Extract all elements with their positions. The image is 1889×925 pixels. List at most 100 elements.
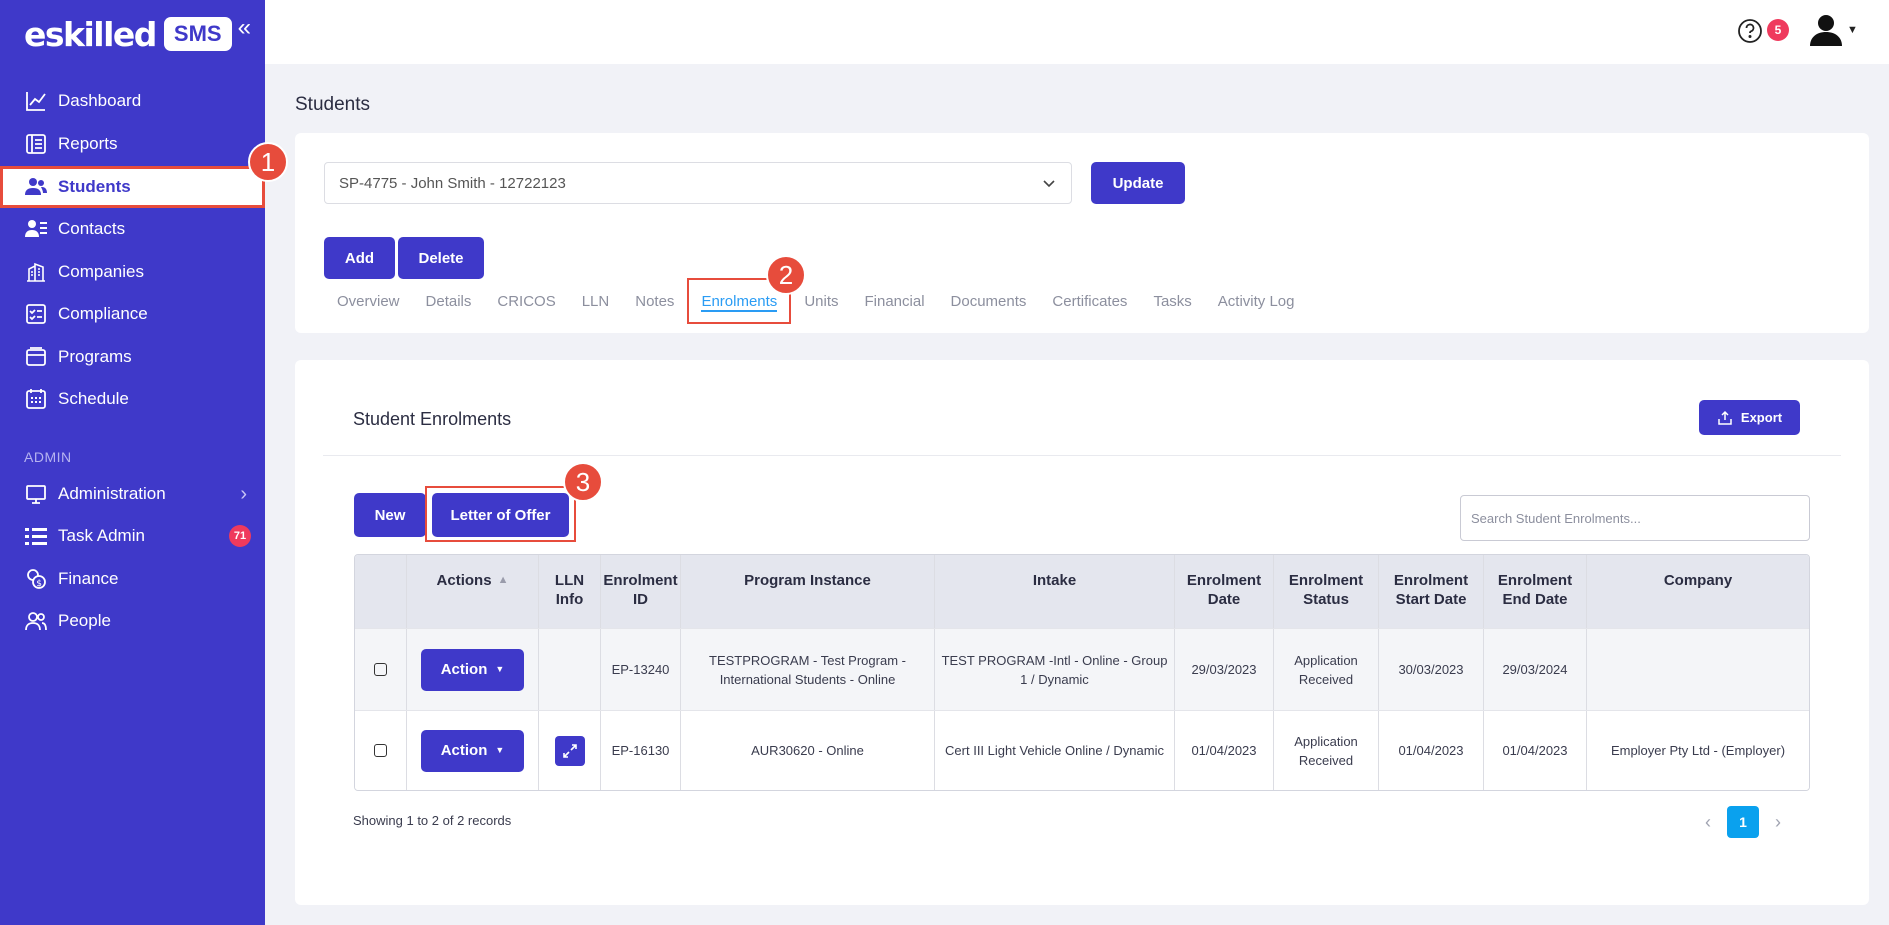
sidebar-item-task-admin[interactable]: Task Admin 71	[0, 515, 265, 557]
programs-icon	[24, 345, 48, 369]
chart-line-icon	[24, 89, 48, 113]
contacts-icon	[24, 217, 48, 241]
status-cell: Application Received	[1274, 711, 1379, 790]
prev-page-icon[interactable]: ‹	[1705, 812, 1711, 833]
people-icon	[24, 609, 48, 633]
logo[interactable]: eskilled SMS «	[24, 14, 251, 54]
upload-icon	[1718, 410, 1732, 425]
tab-financial[interactable]: Financial	[852, 285, 938, 317]
actions-column-header[interactable]: Actions ▲	[407, 555, 539, 628]
collapse-sidebar-icon[interactable]: «	[238, 16, 251, 40]
date-cell: 29/03/2023	[1175, 629, 1274, 710]
tab-lln[interactable]: LLN	[569, 285, 623, 317]
table-row: Action ▼ EP-13240 TESTPROGRAM - Test Prog…	[355, 628, 1809, 710]
tab-documents[interactable]: Documents	[938, 285, 1040, 317]
sidebar-item-label: Administration	[58, 484, 166, 503]
sidebar-item-programs[interactable]: Programs	[0, 336, 265, 378]
row-checkbox[interactable]	[374, 663, 387, 676]
sidebar-item-compliance[interactable]: Compliance	[0, 293, 265, 335]
sidebar-item-dashboard[interactable]: Dashboard	[0, 80, 265, 122]
sidebar-item-reports[interactable]: Reports	[0, 123, 265, 165]
sidebar-item-label: Dashboard	[58, 91, 142, 110]
logo-text: eskilled	[24, 14, 157, 54]
sidebar-item-students[interactable]: Students	[0, 166, 265, 208]
expand-icon[interactable]	[554, 735, 585, 766]
export-label: Export	[1740, 410, 1783, 425]
sidebar-item-label: Contacts	[58, 219, 126, 238]
delete-button[interactable]: Delete	[398, 237, 484, 279]
end-cell: 29/03/2024	[1484, 629, 1587, 710]
tab-enrolments-label: Enrolments	[701, 292, 778, 310]
table-header-row: Actions ▲ LLN Info Enrolment ID Program …	[355, 555, 1809, 628]
end-column-header: Enrolment End Date	[1484, 555, 1587, 628]
task-list-icon	[24, 524, 48, 548]
sidebar-item-label: Programs	[58, 347, 132, 366]
page-button[interactable]: 1	[1727, 806, 1759, 838]
tab-cricos[interactable]: CRICOS	[484, 285, 568, 317]
sidebar-item-companies[interactable]: Companies	[0, 251, 265, 293]
help-icon[interactable]	[1737, 18, 1763, 44]
callout-marker-2: 2	[766, 255, 806, 295]
student-select[interactable]: SP-4775 - John Smith - 12722123	[324, 162, 1072, 204]
chevron-right-icon: ›	[240, 482, 247, 505]
user-avatar-icon[interactable]	[1808, 12, 1844, 48]
action-dropdown-button[interactable]: Action ▼	[421, 729, 524, 772]
sidebar-item-label: Task Admin	[58, 526, 145, 545]
row-checkbox-cell	[355, 711, 407, 790]
student-select-value: SP-4775 - John Smith - 12722123	[339, 174, 566, 192]
id-cell: EP-16130	[601, 711, 681, 790]
row-checkbox[interactable]	[374, 744, 387, 757]
sidebar-item-finance[interactable]: $ Finance	[0, 558, 265, 600]
active-tab-underline	[701, 310, 778, 312]
sidebar-item-contacts[interactable]: Contacts	[0, 208, 265, 250]
status-column-header: Enrolment Status	[1274, 555, 1379, 628]
sidebar-item-label: Students	[58, 177, 131, 196]
tab-units[interactable]: Units	[791, 285, 851, 317]
export-button[interactable]: Export	[1699, 400, 1800, 435]
tab-tasks[interactable]: Tasks	[1140, 285, 1204, 317]
checklist-icon	[24, 302, 48, 326]
company-cell	[1587, 629, 1809, 710]
coins-icon: $	[24, 567, 48, 591]
start-column-header: Enrolment Start Date	[1379, 555, 1484, 628]
building-icon	[24, 260, 48, 284]
sort-asc-icon: ▲	[497, 574, 509, 586]
start-cell: 30/03/2023	[1379, 629, 1484, 710]
sidebar-item-people[interactable]: People	[0, 600, 265, 642]
tab-overview[interactable]: Overview	[324, 285, 413, 317]
id-column-header: Enrolment ID	[601, 555, 681, 628]
next-page-icon[interactable]: ›	[1775, 812, 1781, 833]
callout-marker-1: 1	[248, 142, 288, 182]
action-label: Action	[440, 742, 488, 759]
monitor-icon	[24, 482, 48, 506]
calendar-icon	[24, 387, 48, 411]
update-button[interactable]: Update	[1091, 162, 1185, 204]
svg-text:$: $	[36, 579, 42, 589]
caret-down-icon: ▼	[495, 664, 505, 674]
pagination: ‹ 1 ›	[1705, 806, 1781, 838]
program-cell: AUR30620 - Online	[681, 711, 935, 790]
action-dropdown-button[interactable]: Action ▼	[421, 648, 524, 691]
tab-notes[interactable]: Notes	[622, 285, 687, 317]
sidebar-item-administration[interactable]: Administration ›	[0, 473, 265, 515]
status-cell: Application Received	[1274, 629, 1379, 710]
tab-details[interactable]: Details	[413, 285, 485, 317]
add-button[interactable]: Add	[324, 237, 395, 279]
intake-cell: TEST PROGRAM -Intl - Online - Group 1 / …	[935, 629, 1175, 710]
sidebar-item-schedule[interactable]: Schedule	[0, 378, 265, 420]
chevron-down-icon	[1043, 180, 1055, 188]
tab-activity-log[interactable]: Activity Log	[1205, 285, 1308, 317]
actions-column-label: Actions	[436, 572, 492, 589]
sidebar-item-label: Finance	[58, 569, 119, 588]
caret-down-icon[interactable]: ▼	[1847, 24, 1858, 36]
tab-certificates[interactable]: Certificates	[1039, 285, 1140, 317]
lln-cell	[539, 629, 601, 710]
section-title: Student Enrolments	[353, 409, 512, 429]
action-cell: Action ▼	[407, 711, 539, 790]
intake-column-header: Intake	[935, 555, 1175, 628]
search-enrolments-input[interactable]: Search Student Enrolments...	[1460, 495, 1810, 541]
sidebar-item-label: Compliance	[58, 304, 148, 323]
notification-badge[interactable]: 5	[1767, 19, 1789, 41]
new-button[interactable]: New	[354, 493, 426, 537]
program-column-header: Program Instance	[681, 555, 935, 628]
